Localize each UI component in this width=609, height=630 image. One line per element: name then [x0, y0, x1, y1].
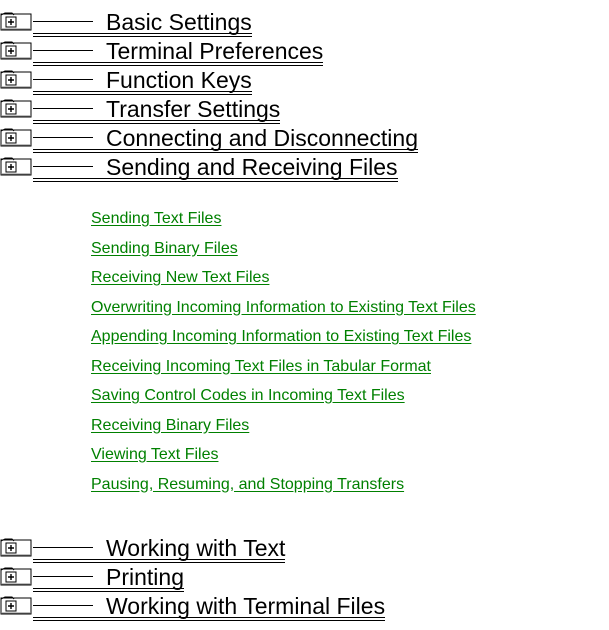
link-viewing-text-files[interactable]: Viewing Text Files: [91, 440, 476, 470]
link-overwriting-incoming-information[interactable]: Overwriting Incoming Information to Exis…: [91, 293, 476, 323]
topic-printing[interactable]: Printing: [0, 562, 184, 592]
subtopic-list: Sending Text Files Sending Binary Files …: [91, 204, 476, 499]
topic-label: Basic Settings: [33, 9, 252, 37]
book-icon: [0, 157, 32, 175]
link-appending-incoming-information[interactable]: Appending Incoming Information to Existi…: [91, 322, 476, 352]
topic-label: Working with Text: [33, 535, 286, 563]
topic-function-keys[interactable]: Function Keys: [0, 65, 252, 95]
topic-basic-settings[interactable]: Basic Settings: [0, 7, 252, 37]
topic-label: Working with Terminal Files: [33, 593, 386, 621]
link-receiving-tabular-format[interactable]: Receiving Incoming Text Files in Tabular…: [91, 352, 476, 382]
link-receiving-new-text-files[interactable]: Receiving New Text Files: [91, 263, 476, 293]
topic-label: Terminal Preferences: [33, 38, 324, 66]
book-icon: [0, 596, 32, 614]
topic-label: Connecting and Disconnecting: [33, 125, 418, 153]
topic-label: Sending and Receiving Files: [33, 154, 398, 182]
topic-terminal-preferences[interactable]: Terminal Preferences: [0, 36, 324, 66]
book-icon: [0, 12, 32, 30]
book-icon: [0, 128, 32, 146]
topic-label: Transfer Settings: [33, 96, 281, 124]
book-icon: [0, 538, 32, 556]
topic-sending-receiving-files[interactable]: Sending and Receiving Files: [0, 152, 398, 182]
book-icon: [0, 99, 32, 117]
topic-label: Printing: [33, 564, 184, 592]
topic-working-with-terminal-files[interactable]: Working with Terminal Files: [0, 591, 386, 621]
link-sending-text-files[interactable]: Sending Text Files: [91, 204, 476, 234]
link-receiving-binary-files[interactable]: Receiving Binary Files: [91, 411, 476, 441]
topic-transfer-settings[interactable]: Transfer Settings: [0, 94, 281, 124]
topic-working-with-text[interactable]: Working with Text: [0, 533, 286, 563]
link-saving-control-codes[interactable]: Saving Control Codes in Incoming Text Fi…: [91, 381, 476, 411]
book-icon: [0, 41, 32, 59]
topic-connecting-disconnecting[interactable]: Connecting and Disconnecting: [0, 123, 418, 153]
topic-label: Function Keys: [33, 67, 252, 95]
book-icon: [0, 70, 32, 88]
link-sending-binary-files[interactable]: Sending Binary Files: [91, 234, 476, 264]
link-pausing-resuming-stopping[interactable]: Pausing, Resuming, and Stopping Transfer…: [91, 470, 476, 500]
book-icon: [0, 567, 32, 585]
